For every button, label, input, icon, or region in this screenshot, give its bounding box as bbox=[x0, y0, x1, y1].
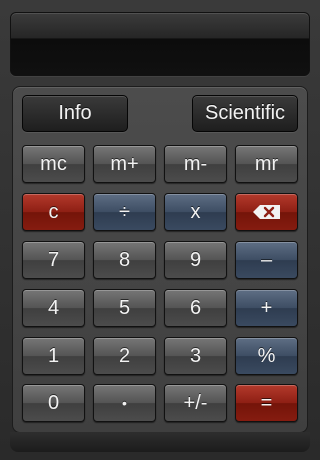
info-button[interactable]: Info bbox=[22, 95, 128, 132]
plus-button[interactable]: + bbox=[235, 289, 298, 327]
digit-1-button[interactable]: 1 bbox=[22, 337, 85, 375]
mr-button[interactable]: mr bbox=[235, 145, 298, 183]
percent-button[interactable]: % bbox=[235, 337, 298, 375]
calculator-frame: Info Scientific mc m+ m- mr c ÷ x 7 8 9 … bbox=[0, 0, 320, 460]
backspace-icon bbox=[252, 205, 280, 219]
digit-3-button[interactable]: 3 bbox=[164, 337, 227, 375]
digit-4-button[interactable]: 4 bbox=[22, 289, 85, 327]
digit-5-button[interactable]: 5 bbox=[93, 289, 156, 327]
digit-9-button[interactable]: 9 bbox=[164, 241, 227, 279]
decimal-button[interactable]: • bbox=[93, 384, 156, 422]
digit-0-button[interactable]: 0 bbox=[22, 384, 85, 422]
backspace-button[interactable] bbox=[235, 193, 298, 231]
digit-8-button[interactable]: 8 bbox=[93, 241, 156, 279]
multiply-button[interactable]: x bbox=[164, 193, 227, 231]
digit-7-button[interactable]: 7 bbox=[22, 241, 85, 279]
calculator-display bbox=[10, 12, 310, 76]
sign-toggle-button[interactable]: +/- bbox=[164, 384, 227, 422]
divide-button[interactable]: ÷ bbox=[93, 193, 156, 231]
digit-6-button[interactable]: 6 bbox=[164, 289, 227, 327]
minus-button[interactable]: – bbox=[235, 241, 298, 279]
m-plus-button[interactable]: m+ bbox=[93, 145, 156, 183]
digit-2-button[interactable]: 2 bbox=[93, 337, 156, 375]
clear-button[interactable]: c bbox=[22, 193, 85, 231]
bottom-bar bbox=[10, 432, 310, 452]
m-minus-button[interactable]: m- bbox=[164, 145, 227, 183]
decimal-label: • bbox=[122, 395, 127, 411]
mc-button[interactable]: mc bbox=[22, 145, 85, 183]
scientific-button[interactable]: Scientific bbox=[192, 95, 298, 132]
equals-button[interactable]: = bbox=[235, 384, 298, 422]
